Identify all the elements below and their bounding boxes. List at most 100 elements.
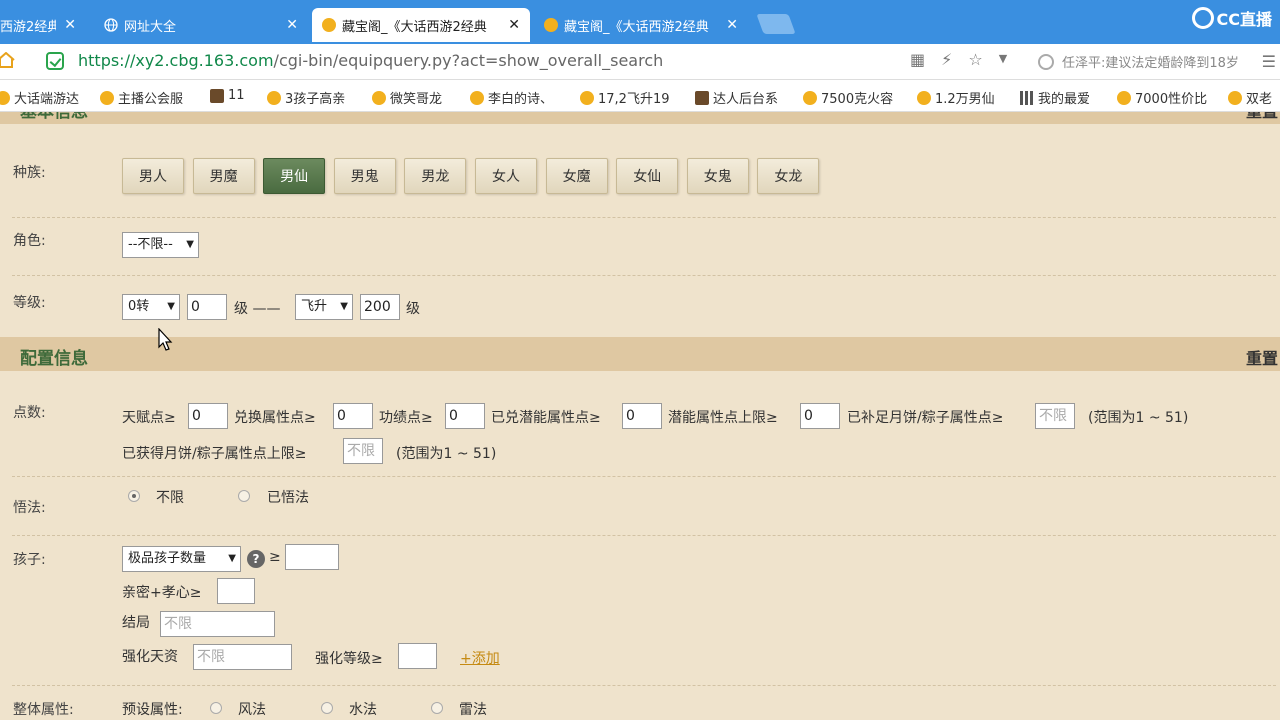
intimacy-input[interactable] xyxy=(217,578,255,604)
role-select[interactable]: --不限-- xyxy=(122,232,199,258)
lightning-icon[interactable]: ⚡ xyxy=(941,50,952,69)
tab-title: 网址大全 xyxy=(124,19,177,35)
bookmark-item[interactable]: 达人后台系 xyxy=(695,88,778,107)
bookmark-label: 大话端游达 xyxy=(14,92,80,107)
talent-points-input[interactable]: 0 xyxy=(188,403,228,429)
dropdown-icon[interactable]: ▼ xyxy=(999,50,1007,69)
help-icon[interactable]: ? xyxy=(247,550,265,568)
radio-enlightened-label: 已悟法 xyxy=(267,490,309,506)
bookmark-item[interactable]: 大话端游达 xyxy=(0,88,79,107)
tab-title: 藏宝阁_《大话西游2经典 xyxy=(342,19,487,35)
bookmark-item[interactable]: 主播公会服 xyxy=(100,88,183,107)
race-button[interactable]: 男仙 xyxy=(263,158,326,194)
url-field[interactable]: https://xy2.cbg.163.com/cgi-bin/equipque… xyxy=(78,51,663,70)
browser-tab[interactable]: 藏宝阁_《大话西游2经典 ✕ xyxy=(534,8,748,42)
bookmark-item[interactable]: 7000性价比 xyxy=(1117,88,1207,107)
address-tools: ▦ ⚡ ☆ ▼ xyxy=(910,50,1007,69)
tab-close-icon[interactable]: ✕ xyxy=(726,17,738,33)
section-title: 配置信息 xyxy=(20,349,88,369)
bookmark-item[interactable]: 我的最爱 xyxy=(1020,88,1090,107)
reset-link[interactable]: 重置 xyxy=(1246,112,1278,122)
enhance-level-input[interactable] xyxy=(398,643,437,669)
level-to-select[interactable]: 飞升 xyxy=(295,294,353,320)
bookmark-item[interactable]: 7500克火容 xyxy=(803,88,893,107)
level-to-input[interactable]: 200 xyxy=(360,294,400,320)
qr-code-icon[interactable]: ▦ xyxy=(910,50,925,69)
browser-tab[interactable]: 西游2经典 ✕ xyxy=(0,8,86,42)
radio-preset-water[interactable] xyxy=(321,702,333,714)
search-engine-icon xyxy=(1038,54,1054,70)
race-button[interactable]: 男鬼 xyxy=(333,158,396,194)
bookmark-icon xyxy=(1020,90,1034,105)
mooncake-points-input[interactable]: 不限 xyxy=(1035,403,1075,429)
menu-icon[interactable]: ☰ xyxy=(1262,52,1276,71)
radio-preset-wind[interactable] xyxy=(210,702,222,714)
reset-link[interactable]: 重置 xyxy=(1246,345,1278,369)
bookmark-item[interactable]: 11 xyxy=(210,88,245,103)
potential-points-input[interactable]: 0 xyxy=(622,403,662,429)
cc-logo-icon xyxy=(1191,7,1214,29)
bookmark-icon xyxy=(803,90,817,105)
talent-enhance-input[interactable]: 不限 xyxy=(193,644,292,670)
race-button[interactable]: 男魔 xyxy=(192,158,255,194)
potential-cap-input[interactable]: 0 xyxy=(800,403,840,429)
child-count-input[interactable] xyxy=(285,544,339,570)
exchange-points-input[interactable]: 0 xyxy=(333,403,373,429)
range-hint: (范围为1 ~ 51) xyxy=(396,446,497,462)
race-button[interactable]: 女魔 xyxy=(545,158,608,194)
race-button[interactable]: 女仙 xyxy=(616,158,679,194)
bookmark-label: 7500克火容 xyxy=(821,92,894,107)
radio-enlightened[interactable] xyxy=(238,490,250,502)
url-host: https://xy2.cbg.163.com xyxy=(78,51,274,70)
potential-points-label: 已兑潜能属性点≥ xyxy=(491,410,601,426)
race-button[interactable]: 女人 xyxy=(475,158,537,194)
radio-any[interactable] xyxy=(128,490,140,502)
browser-tab-active[interactable]: 藏宝阁_《大话西游2经典 ✕ xyxy=(312,8,530,42)
bookmark-item[interactable]: 1.2万男仙 xyxy=(917,88,995,107)
role-label: 角色: xyxy=(13,233,46,249)
race-button[interactable]: 男龙 xyxy=(404,158,467,194)
bookmark-item[interactable]: 李白的诗、 xyxy=(470,88,553,107)
radio-preset-thunder[interactable] xyxy=(431,702,443,714)
ending-input[interactable]: 不限 xyxy=(160,611,275,637)
browser-tab[interactable]: 网址大全 ✕ xyxy=(94,8,308,42)
divider xyxy=(12,275,1276,276)
bookmark-label: 3孩子高亲 xyxy=(285,92,346,107)
bookmark-item[interactable]: 3孩子高亲 xyxy=(267,88,345,107)
home-icon[interactable] xyxy=(0,52,16,68)
talent-enhance-label: 强化天资 xyxy=(122,649,178,665)
merit-points-input[interactable]: 0 xyxy=(445,403,485,429)
level-unit-text: 级 xyxy=(406,301,420,317)
bookmark-item[interactable]: 17,2飞升19 xyxy=(580,88,670,107)
race-button[interactable]: 男人 xyxy=(122,158,184,194)
mooncake-cap-input[interactable]: 不限 xyxy=(343,438,383,464)
bookmark-icon xyxy=(1117,90,1131,105)
race-button[interactable]: 女龙 xyxy=(757,158,820,194)
bookmark-item[interactable]: 微笑哥龙 xyxy=(372,88,442,107)
bookmark-label: 7000性价比 xyxy=(1135,92,1208,107)
bookmark-icon xyxy=(917,90,931,105)
section-header-basic: 基本信息 重置 xyxy=(0,112,1280,124)
news-ticker[interactable]: 任泽平:建议法定婚龄降到18岁 xyxy=(1038,52,1239,71)
level-from-select[interactable]: 0转 xyxy=(122,294,180,320)
child-type-select[interactable]: 极品孩子数量 xyxy=(122,546,241,572)
secure-shield-icon xyxy=(46,52,64,70)
bookmark-icon xyxy=(470,90,484,105)
tab-close-icon[interactable]: ✕ xyxy=(508,17,520,33)
race-button[interactable]: 女鬼 xyxy=(686,158,749,194)
bookmark-item[interactable]: 双老 xyxy=(1228,88,1272,107)
tab-title: 西游2经典 xyxy=(0,19,57,35)
tab-close-icon[interactable]: ✕ xyxy=(286,17,298,33)
cbg-icon xyxy=(544,18,558,32)
level-from-input[interactable]: 0 xyxy=(187,294,227,320)
enlighten-label: 悟法: xyxy=(13,500,46,516)
gte-text: ≥ xyxy=(269,549,281,565)
exchange-points-label: 兑换属性点≥ xyxy=(234,410,316,426)
star-icon[interactable]: ☆ xyxy=(968,50,982,69)
preset-option: 水法 xyxy=(349,702,377,718)
enhance-level-label: 强化等级≥ xyxy=(315,651,383,667)
add-link[interactable]: +添加 xyxy=(460,648,500,668)
search-form: 基本信息 重置 种族: 男人男魔男仙男鬼男龙女人女魔女仙女鬼女龙 角色: --不… xyxy=(0,112,1280,720)
tab-close-icon[interactable]: ✕ xyxy=(64,17,76,33)
new-tab-button[interactable] xyxy=(756,14,796,34)
